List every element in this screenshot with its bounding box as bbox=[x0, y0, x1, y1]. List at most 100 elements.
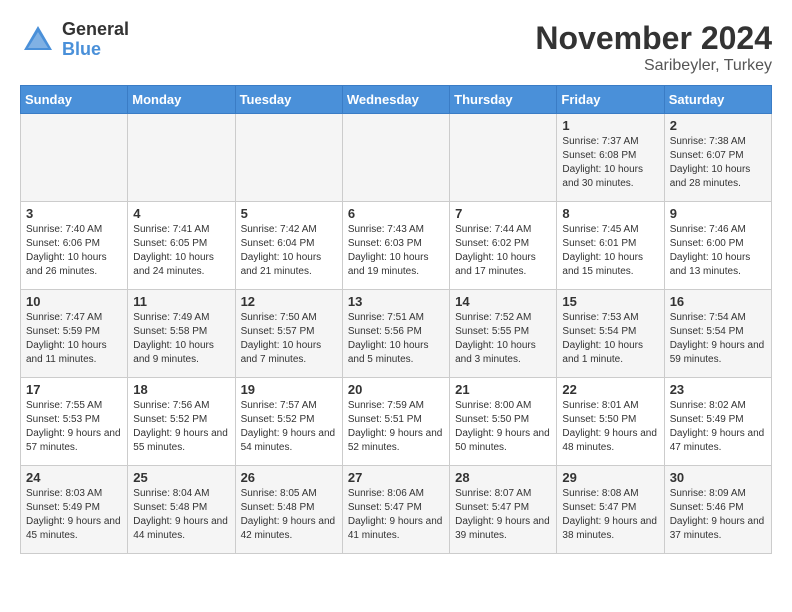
calendar-cell: 18Sunrise: 7:56 AM Sunset: 5:52 PM Dayli… bbox=[128, 378, 235, 466]
day-number: 27 bbox=[348, 470, 444, 485]
calendar-cell: 2Sunrise: 7:38 AM Sunset: 6:07 PM Daylig… bbox=[664, 114, 771, 202]
day-number: 30 bbox=[670, 470, 766, 485]
day-number: 24 bbox=[26, 470, 122, 485]
header-day: Tuesday bbox=[235, 86, 342, 114]
month-title: November 2024 bbox=[535, 20, 772, 57]
day-info: Sunrise: 7:42 AM Sunset: 6:04 PM Dayligh… bbox=[241, 223, 337, 279]
day-info: Sunrise: 7:50 AM Sunset: 5:57 PM Dayligh… bbox=[241, 311, 337, 367]
calendar-header: SundayMondayTuesdayWednesdayThursdayFrid… bbox=[21, 86, 772, 114]
calendar-cell: 12 Sunrise: 7:50 AM Sunset: 5:57 PM Dayli… bbox=[235, 290, 342, 378]
calendar-cell: 21 Sunrise: 8:00 AM Sunset: 5:50 PM Dayli… bbox=[450, 378, 557, 466]
day-number: 21 bbox=[455, 382, 551, 397]
day-info: Sunrise: 7:43 AM Sunset: 6:03 PM Dayligh… bbox=[348, 223, 444, 279]
calendar-cell: 19 Sunrise: 7:57 AM Sunset: 5:52 PM Dayli… bbox=[235, 378, 342, 466]
day-number: 11 bbox=[133, 294, 229, 309]
day-info: Sunrise: 7:51 AM Sunset: 5:56 PM Dayligh… bbox=[348, 311, 444, 367]
calendar-cell: 26Sunrise: 8:05 AM Sunset: 5:48 PM Dayli… bbox=[235, 466, 342, 554]
calendar-cell: 16 Sunrise: 7:54 AM Sunset: 5:54 PM Dayli… bbox=[664, 290, 771, 378]
day-info: Sunrise: 7:57 AM Sunset: 5:52 PM Dayligh… bbox=[241, 399, 337, 455]
calendar-cell: 6 Sunrise: 7:43 AM Sunset: 6:03 PM Daylig… bbox=[342, 202, 449, 290]
calendar-cell bbox=[21, 114, 128, 202]
day-number: 12 bbox=[241, 294, 337, 309]
calendar-cell: 20 Sunrise: 7:59 AM Sunset: 5:51 PM Dayli… bbox=[342, 378, 449, 466]
day-info: Sunrise: 8:07 AM Sunset: 5:47 PM Dayligh… bbox=[455, 487, 551, 543]
calendar-cell bbox=[450, 114, 557, 202]
day-info: Sunrise: 8:05 AM Sunset: 5:48 PM Dayligh… bbox=[241, 487, 337, 543]
logo-icon bbox=[20, 22, 56, 58]
day-info: Sunrise: 8:03 AM Sunset: 5:49 PM Dayligh… bbox=[26, 487, 122, 543]
calendar-body: 1 Sunrise: 7:37 AM Sunset: 6:08 PM Daylig… bbox=[21, 114, 772, 554]
day-number: 1 bbox=[562, 118, 658, 133]
header-day: Wednesday bbox=[342, 86, 449, 114]
day-number: 19 bbox=[241, 382, 337, 397]
day-number: 17 bbox=[26, 382, 122, 397]
calendar-cell: 9Sunrise: 7:46 AM Sunset: 6:00 PM Daylig… bbox=[664, 202, 771, 290]
header-day: Sunday bbox=[21, 86, 128, 114]
day-info: Sunrise: 8:00 AM Sunset: 5:50 PM Dayligh… bbox=[455, 399, 551, 455]
day-info: Sunrise: 7:59 AM Sunset: 5:51 PM Dayligh… bbox=[348, 399, 444, 455]
calendar-cell: 23Sunrise: 8:02 AM Sunset: 5:49 PM Dayli… bbox=[664, 378, 771, 466]
day-number: 16 bbox=[670, 294, 766, 309]
calendar-cell: 29 Sunrise: 8:08 AM Sunset: 5:47 PM Dayli… bbox=[557, 466, 664, 554]
calendar-cell: 27Sunrise: 8:06 AM Sunset: 5:47 PM Dayli… bbox=[342, 466, 449, 554]
calendar-cell: 3 Sunrise: 7:40 AM Sunset: 6:06 PM Daylig… bbox=[21, 202, 128, 290]
calendar-cell: 25Sunrise: 8:04 AM Sunset: 5:48 PM Dayli… bbox=[128, 466, 235, 554]
day-info: Sunrise: 7:52 AM Sunset: 5:55 PM Dayligh… bbox=[455, 311, 551, 367]
logo-general-text: General bbox=[62, 20, 129, 40]
calendar-cell bbox=[235, 114, 342, 202]
day-number: 14 bbox=[455, 294, 551, 309]
calendar-week-row: 3 Sunrise: 7:40 AM Sunset: 6:06 PM Daylig… bbox=[21, 202, 772, 290]
day-info: Sunrise: 7:53 AM Sunset: 5:54 PM Dayligh… bbox=[562, 311, 658, 367]
day-info: Sunrise: 7:49 AM Sunset: 5:58 PM Dayligh… bbox=[133, 311, 229, 367]
logo-blue-text: Blue bbox=[62, 40, 129, 60]
day-number: 15 bbox=[562, 294, 658, 309]
day-info: Sunrise: 7:40 AM Sunset: 6:06 PM Dayligh… bbox=[26, 223, 122, 279]
calendar-cell: 13 Sunrise: 7:51 AM Sunset: 5:56 PM Dayli… bbox=[342, 290, 449, 378]
calendar-cell: 1 Sunrise: 7:37 AM Sunset: 6:08 PM Daylig… bbox=[557, 114, 664, 202]
day-info: Sunrise: 8:09 AM Sunset: 5:46 PM Dayligh… bbox=[670, 487, 766, 543]
calendar-week-row: 24 Sunrise: 8:03 AM Sunset: 5:49 PM Dayli… bbox=[21, 466, 772, 554]
logo-text: General Blue bbox=[62, 20, 129, 60]
day-info: Sunrise: 7:56 AM Sunset: 5:52 PM Dayligh… bbox=[133, 399, 229, 455]
calendar-cell: 22 Sunrise: 8:01 AM Sunset: 5:50 PM Dayli… bbox=[557, 378, 664, 466]
calendar-cell: 4 Sunrise: 7:41 AM Sunset: 6:05 PM Daylig… bbox=[128, 202, 235, 290]
day-number: 25 bbox=[133, 470, 229, 485]
day-info: Sunrise: 7:37 AM Sunset: 6:08 PM Dayligh… bbox=[562, 135, 658, 191]
page-header: General Blue November 2024 Saribeyler, T… bbox=[20, 20, 772, 75]
day-number: 8 bbox=[562, 206, 658, 221]
day-info: Sunrise: 7:45 AM Sunset: 6:01 PM Dayligh… bbox=[562, 223, 658, 279]
day-info: Sunrise: 8:01 AM Sunset: 5:50 PM Dayligh… bbox=[562, 399, 658, 455]
calendar-cell bbox=[128, 114, 235, 202]
calendar-cell: 24 Sunrise: 8:03 AM Sunset: 5:49 PM Dayli… bbox=[21, 466, 128, 554]
day-number: 4 bbox=[133, 206, 229, 221]
day-number: 23 bbox=[670, 382, 766, 397]
calendar-cell: 28 Sunrise: 8:07 AM Sunset: 5:47 PM Dayli… bbox=[450, 466, 557, 554]
calendar-cell: 5 Sunrise: 7:42 AM Sunset: 6:04 PM Daylig… bbox=[235, 202, 342, 290]
day-number: 5 bbox=[241, 206, 337, 221]
day-number: 20 bbox=[348, 382, 444, 397]
calendar-cell: 11 Sunrise: 7:49 AM Sunset: 5:58 PM Dayli… bbox=[128, 290, 235, 378]
day-number: 28 bbox=[455, 470, 551, 485]
day-info: Sunrise: 8:08 AM Sunset: 5:47 PM Dayligh… bbox=[562, 487, 658, 543]
header-row: SundayMondayTuesdayWednesdayThursdayFrid… bbox=[21, 86, 772, 114]
day-info: Sunrise: 7:44 AM Sunset: 6:02 PM Dayligh… bbox=[455, 223, 551, 279]
calendar-cell: 15 Sunrise: 7:53 AM Sunset: 5:54 PM Dayli… bbox=[557, 290, 664, 378]
day-number: 2 bbox=[670, 118, 766, 133]
title-block: November 2024 Saribeyler, Turkey bbox=[535, 20, 772, 75]
day-info: Sunrise: 7:54 AM Sunset: 5:54 PM Dayligh… bbox=[670, 311, 766, 367]
day-number: 3 bbox=[26, 206, 122, 221]
header-day: Thursday bbox=[450, 86, 557, 114]
day-number: 22 bbox=[562, 382, 658, 397]
logo: General Blue bbox=[20, 20, 129, 60]
header-day: Friday bbox=[557, 86, 664, 114]
day-info: Sunrise: 7:41 AM Sunset: 6:05 PM Dayligh… bbox=[133, 223, 229, 279]
day-info: Sunrise: 7:46 AM Sunset: 6:00 PM Dayligh… bbox=[670, 223, 766, 279]
day-number: 29 bbox=[562, 470, 658, 485]
calendar-cell: 17Sunrise: 7:55 AM Sunset: 5:53 PM Dayli… bbox=[21, 378, 128, 466]
calendar-table: SundayMondayTuesdayWednesdayThursdayFrid… bbox=[20, 85, 772, 554]
calendar-week-row: 17Sunrise: 7:55 AM Sunset: 5:53 PM Dayli… bbox=[21, 378, 772, 466]
day-number: 13 bbox=[348, 294, 444, 309]
calendar-cell: 8 Sunrise: 7:45 AM Sunset: 6:01 PM Daylig… bbox=[557, 202, 664, 290]
day-number: 6 bbox=[348, 206, 444, 221]
location: Saribeyler, Turkey bbox=[535, 57, 772, 75]
